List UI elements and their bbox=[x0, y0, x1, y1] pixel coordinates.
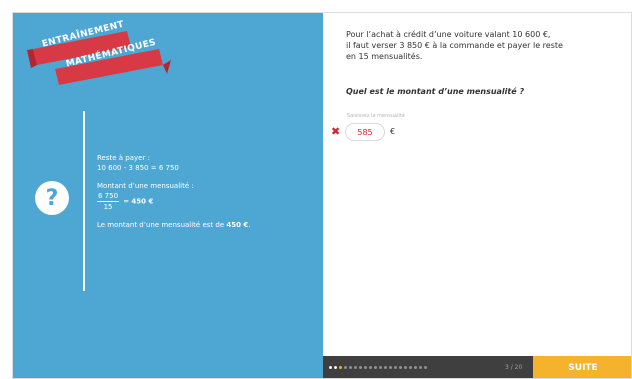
progress-dot bbox=[359, 366, 362, 369]
remaining-label: Reste à payer : bbox=[97, 154, 150, 162]
conclusion: Le montant d’une mensualité est de 450 €… bbox=[97, 220, 307, 230]
fraction-equals: = bbox=[123, 197, 130, 206]
question-title: Quel est le montant d’une mensualité ? bbox=[346, 87, 525, 96]
progress-dot bbox=[389, 366, 392, 369]
answer-input[interactable]: 585 bbox=[345, 123, 385, 141]
fraction-result: 450 € bbox=[131, 197, 154, 206]
progress-dot bbox=[419, 366, 422, 369]
training-banner: ENTRAÎNEMENT MATHÉMATIQUES bbox=[27, 20, 177, 85]
progress-dot bbox=[379, 366, 382, 369]
progress-dot bbox=[409, 366, 412, 369]
progress-dot bbox=[374, 366, 377, 369]
question-line-3: en 15 mensualités. bbox=[346, 52, 423, 61]
progress-dot bbox=[334, 366, 337, 369]
correction-explanation: Reste à payer : 10 600 - 3 850 = 6 750 M… bbox=[97, 153, 307, 238]
explanation-divider bbox=[83, 111, 85, 291]
progress-dot bbox=[399, 366, 402, 369]
progress-dot bbox=[344, 366, 347, 369]
progress-dot-current bbox=[339, 366, 342, 369]
monthly-label: Montant d’une mensualité : bbox=[97, 182, 194, 190]
conclusion-suffix: . bbox=[248, 221, 251, 229]
fraction-numerator: 6 750 bbox=[97, 192, 120, 202]
progress-dot bbox=[424, 366, 427, 369]
help-icon-glyph: ? bbox=[45, 185, 59, 211]
help-icon: ? bbox=[35, 181, 69, 215]
monthly-calculation: 6 750 15 = 450 € bbox=[97, 191, 307, 212]
question-text: Pour l’achat à crédit d’une voiture vala… bbox=[346, 29, 616, 62]
answer-input-label: Saisissez la mensualité bbox=[347, 113, 405, 119]
progress-dot bbox=[329, 366, 332, 369]
fraction-denominator: 15 bbox=[103, 203, 113, 211]
question-line-1: Pour l’achat à crédit d’une voiture vala… bbox=[346, 30, 551, 39]
conclusion-prefix: Le montant d’une mensualité est de bbox=[97, 221, 227, 229]
progress-dot bbox=[414, 366, 417, 369]
next-button[interactable]: SUITE bbox=[533, 356, 631, 378]
progress-dot bbox=[404, 366, 407, 369]
fraction: 6 750 15 bbox=[97, 191, 120, 212]
navigation-bar: 3 / 20 SUITE bbox=[323, 356, 631, 378]
progress-dots bbox=[329, 366, 427, 369]
progress-counter: 3 / 20 bbox=[505, 364, 523, 371]
conclusion-value: 450 € bbox=[226, 221, 249, 229]
question-line-2: il faut verser 3 850 € à la commande et … bbox=[346, 41, 563, 50]
answer-unit: € bbox=[390, 127, 396, 136]
remaining-calculation: 10 600 - 3 850 = 6 750 bbox=[97, 164, 179, 172]
progress-dot bbox=[349, 366, 352, 369]
progress-dot bbox=[369, 366, 372, 369]
progress-dot bbox=[354, 366, 357, 369]
progress-dot bbox=[364, 366, 367, 369]
progress-dot bbox=[394, 366, 397, 369]
wrong-answer-icon: ✖ bbox=[331, 125, 341, 138]
progress-dot bbox=[384, 366, 387, 369]
exercise-frame: ENTRAÎNEMENT MATHÉMATIQUES ? Reste à pay… bbox=[12, 12, 632, 379]
explanation-panel: ENTRAÎNEMENT MATHÉMATIQUES ? Reste à pay… bbox=[13, 13, 323, 378]
question-panel: Pour l’achat à crédit d’une voiture vala… bbox=[323, 13, 631, 378]
